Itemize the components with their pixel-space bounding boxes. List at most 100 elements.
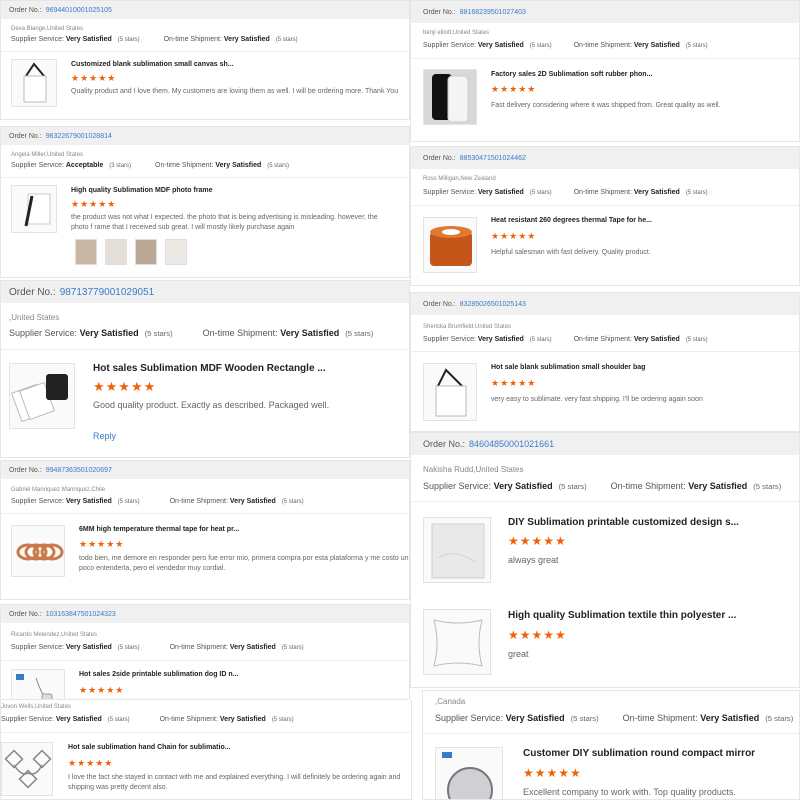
order-number-link[interactable]: 83285026501025143 <box>460 301 526 308</box>
product-thumbnail[interactable] <box>423 217 477 273</box>
review-text: Fast delivery considering where it was s… <box>491 102 721 109</box>
service-ratings: Supplier Service: Very Satisfied (5 stars… <box>9 328 374 338</box>
product-thumbnail[interactable] <box>435 747 503 799</box>
review-text: todo bien, me demore en responder pero f… <box>79 555 409 573</box>
review-card: ,Canada Supplier Service: Very Satisfied… <box>422 690 800 800</box>
service-ratings: Supplier Service: Very Satisfied (5 stars… <box>11 36 298 43</box>
buyer-name: Nakisha Rudd,United States <box>423 465 524 474</box>
rating-stars: ★★★★★ <box>523 766 582 780</box>
buyer-name: Ross Milligan,New Zealand <box>423 176 496 182</box>
reply-link[interactable]: Reply <box>93 431 116 441</box>
review-card: Order No.: 99487363501020697 Gabriel Man… <box>0 460 410 600</box>
order-header: Order No.: 83285026501025143 <box>411 293 799 315</box>
order-number-link[interactable]: 98713779001029051 <box>60 287 155 298</box>
service-ratings: Supplier Service: Very Satisfied (5 stars… <box>11 644 304 651</box>
service-ratings: Supplier Service: Very Satisfied (5 stars… <box>423 189 708 196</box>
product-thumbnail[interactable] <box>423 363 477 421</box>
tape-rolls-icon <box>16 543 64 561</box>
buyer-name: ,United States <box>9 313 60 322</box>
service-ratings: Supplier Service: Very Satisfied (5 stars… <box>423 42 708 49</box>
order-number-link[interactable]: 99487363501020697 <box>46 467 112 474</box>
rating-stars: ★★★★★ <box>491 231 537 241</box>
service-ratings: Supplier Service: Very Satisfied (5 stars… <box>11 498 304 505</box>
order-number-link[interactable]: 96944010001025105 <box>46 7 112 14</box>
order-number-link[interactable]: 84604850001021661 <box>469 439 554 449</box>
review-text: the product was not what I expected. the… <box>71 214 378 232</box>
rating-stars: ★★★★★ <box>68 758 114 768</box>
review-text: always great <box>508 555 559 565</box>
order-header: Order No.: 88530471501024462 <box>411 147 799 169</box>
order-number-link[interactable]: 88168239501027403 <box>460 9 526 16</box>
order-label: Order No.: <box>9 610 42 618</box>
review-text: Quality product and I love them. My cust… <box>71 88 399 95</box>
service-ratings: Supplier Service: Very Satisfied (5 stars… <box>423 336 708 343</box>
review-text: Excellent company to work with. Top qual… <box>523 787 736 797</box>
product-title-link[interactable]: Hot sale sublimation hand Chain for subl… <box>68 744 231 751</box>
order-number-link[interactable]: 88530471501024462 <box>460 155 526 162</box>
rating-stars: ★★★★★ <box>93 379 157 394</box>
order-header: Order No.: 99487363501020697 <box>1 461 409 479</box>
review-photo[interactable] <box>75 239 97 265</box>
product-thumbnail[interactable] <box>423 69 477 125</box>
review-photo[interactable] <box>165 239 187 265</box>
product-title-link[interactable]: Customer DIY sublimation round compact m… <box>523 748 755 759</box>
product-title-link[interactable]: Customized blank sublimation small canva… <box>71 61 234 68</box>
rating-stars: ★★★★★ <box>491 84 537 94</box>
product-title-link[interactable]: Heat resistant 260 degrees thermal Tape … <box>491 217 652 224</box>
order-label: Order No.: <box>423 300 456 308</box>
order-label: Order No.: <box>423 8 456 16</box>
order-number-link[interactable]: 96322679001028814 <box>46 133 112 140</box>
review-card: Order No.: 98713779001029051 ,United Sta… <box>0 280 410 458</box>
product-title-link[interactable]: Hot sale blank sublimation small shoulde… <box>491 364 645 371</box>
buyer-name: Ricardo Melendez,United States <box>11 632 98 638</box>
order-header: Order No.: 103163847501024323 <box>1 605 409 623</box>
product-thumbnail[interactable] <box>9 363 75 429</box>
review-text: very easy to sublimate. very fast shippi… <box>491 396 703 403</box>
review-text: I love the fact she stayed in contact wi… <box>68 774 401 792</box>
product-thumbnail[interactable] <box>11 185 57 233</box>
photo-frame-icon <box>24 193 51 227</box>
dog-tag-icon <box>16 674 53 699</box>
review-card: Order No.: 84604850001021661 Nakisha Rud… <box>410 432 800 688</box>
product-thumbnail[interactable] <box>1 742 53 796</box>
review-card: Order No.: 96322679001028814 Angela Mill… <box>0 126 410 278</box>
review-photo[interactable] <box>105 239 127 265</box>
review-card: Order No.: 88530471501024462 Ross Millig… <box>410 146 800 286</box>
product-title-link[interactable]: Factory sales 2D Sublimation soft rubber… <box>491 71 652 78</box>
product-title-link[interactable]: Hot sales Sublimation MDF Wooden Rectang… <box>93 363 326 374</box>
review-card: Order No.: 96944010001025105 Deva Blange… <box>0 0 410 120</box>
rating-stars: ★★★★★ <box>508 628 567 642</box>
product-thumbnail[interactable] <box>11 669 65 699</box>
hand-chain-icon <box>4 749 52 789</box>
review-card: Order No.: 88168239501027403 benji ellio… <box>410 0 800 142</box>
rating-stars: ★★★★★ <box>508 534 567 548</box>
product-title-link[interactable]: Hot sales 2side printable sublimation do… <box>79 671 238 678</box>
rating-stars: ★★★★★ <box>79 685 125 695</box>
review-photo[interactable] <box>135 239 157 265</box>
product-thumbnail[interactable] <box>423 517 491 583</box>
product-thumbnail[interactable] <box>11 59 57 107</box>
pillow-icon <box>433 619 483 667</box>
order-label: Order No.: <box>9 466 42 474</box>
order-header: Order No.: 96944010001025105 <box>1 1 409 19</box>
order-header: Order No.: 98713779001029051 <box>1 281 409 303</box>
order-header: Order No.: 84604850001021661 <box>411 433 799 455</box>
product-thumbnail[interactable] <box>423 609 491 675</box>
buyer-name: Deva Blange,United States <box>11 26 84 32</box>
review-text: great <box>508 649 529 659</box>
order-label: Order No.: <box>423 439 466 449</box>
tape-roll-icon <box>430 226 472 266</box>
service-ratings: Supplier Service: Very Satisfied (5 stars… <box>1 716 294 723</box>
product-title-link[interactable]: 6MM high temperature thermal tape for he… <box>79 526 239 533</box>
rating-stars: ★★★★★ <box>491 378 537 388</box>
product-title-link[interactable]: High quality Sublimation textile thin po… <box>508 610 736 621</box>
buyer-name: Shericka Brumfield,United States <box>423 324 512 330</box>
product-title-link[interactable]: DIY Sublimation printable customized des… <box>508 517 739 528</box>
order-number-link[interactable]: 103163847501024323 <box>46 611 116 618</box>
buyer-name: Jovon Wells,United States <box>1 704 71 710</box>
order-header: Order No.: 88168239501027403 <box>411 1 799 23</box>
order-label: Order No.: <box>9 6 42 14</box>
product-title-link[interactable]: High quality Sublimation MDF photo frame <box>71 187 213 194</box>
product-thumbnail[interactable] <box>11 525 65 577</box>
rating-stars: ★★★★★ <box>71 199 117 209</box>
